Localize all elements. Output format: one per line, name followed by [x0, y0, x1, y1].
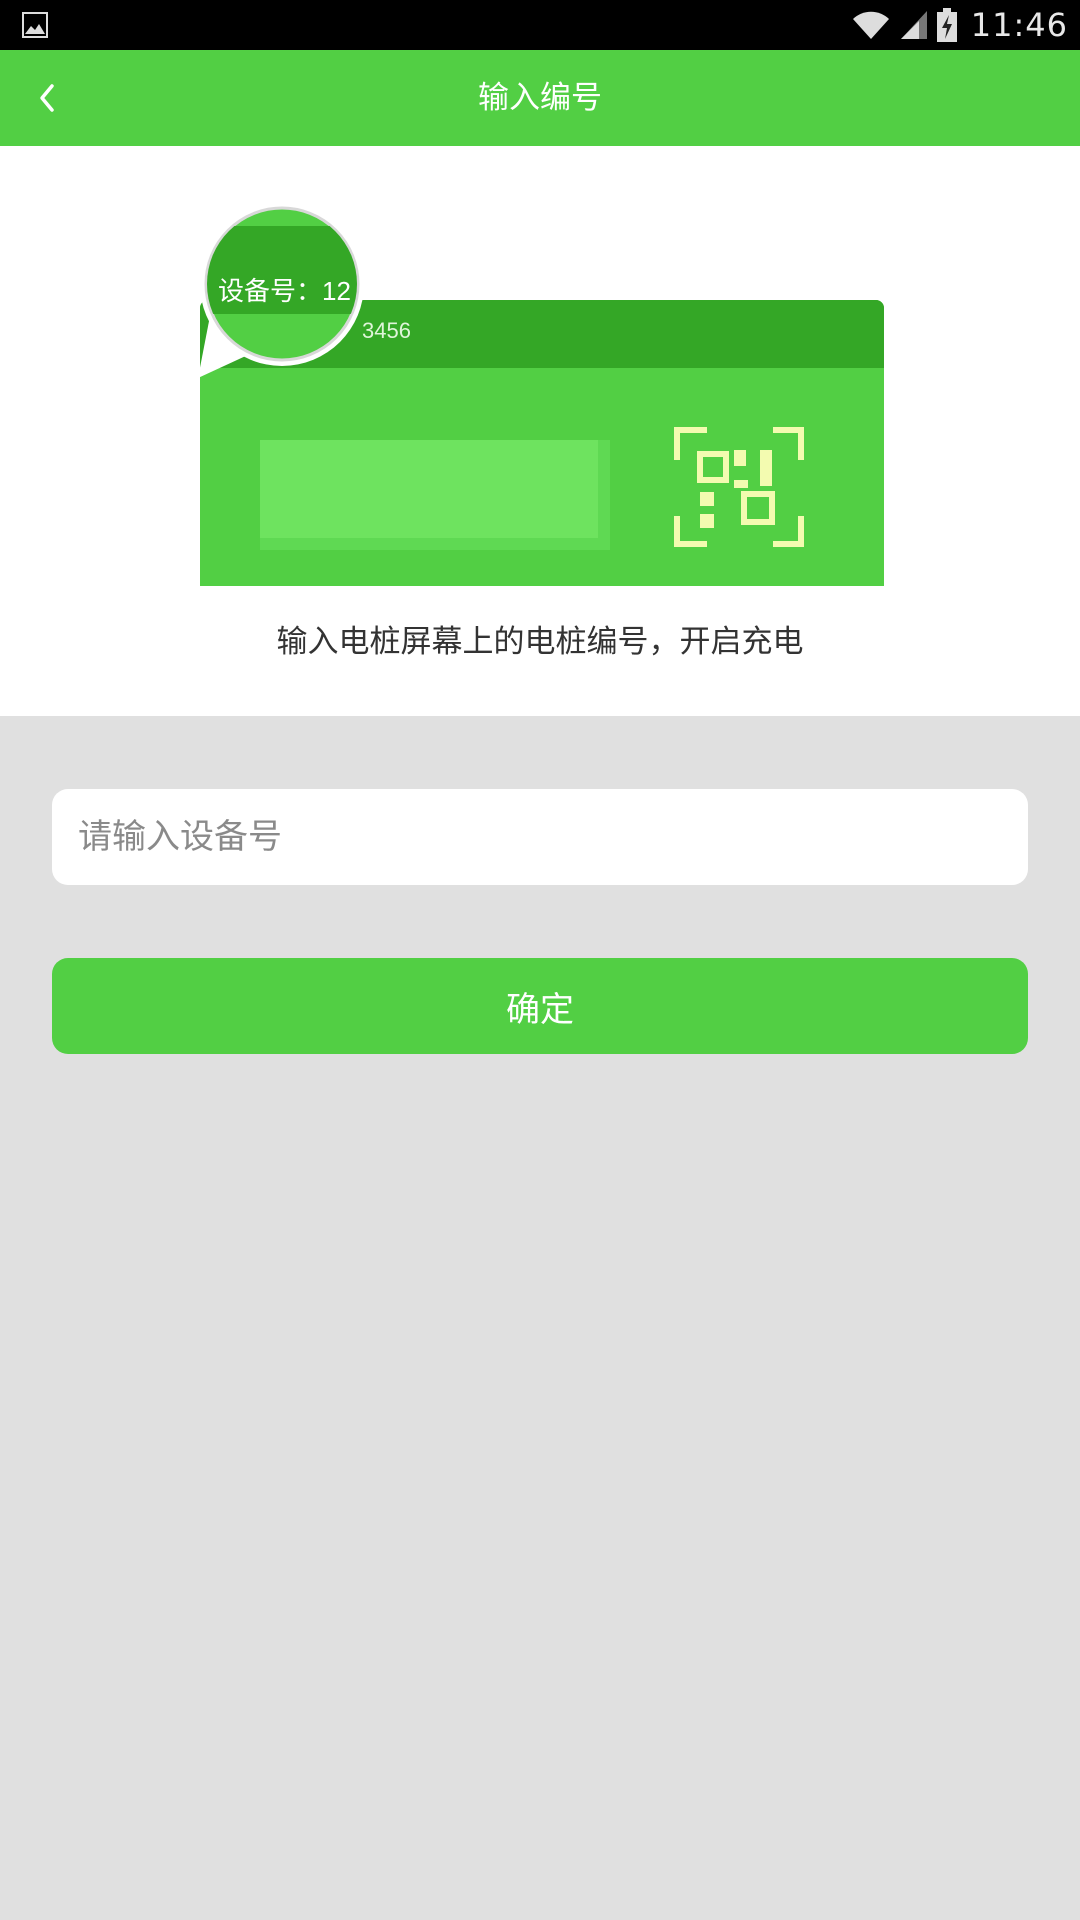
signal-icon [900, 11, 927, 39]
device-number-tail: 3456 [362, 318, 411, 343]
page-title: 输入编号 [478, 80, 602, 116]
charging-pile-illustration: 3456 设备号：12 [198, 202, 884, 586]
instruction-caption: 输入电桩屏幕上的电桩编号，开启充电 [276, 624, 804, 660]
status-bar: 11:46 [0, 0, 1080, 50]
device-number-input[interactable] [52, 789, 1028, 885]
gallery-icon [22, 12, 48, 38]
screen-area [260, 440, 598, 538]
battery-charging-icon [936, 8, 957, 42]
wifi-icon [852, 11, 889, 39]
confirm-button[interactable]: 确定 [52, 958, 1028, 1054]
hero-section: 3456 设备号：12 输入电桩屏幕上的电桩编号，开启充电 [0, 146, 1080, 716]
status-time: 11:46 [970, 6, 1068, 44]
app-bar: 输入编号 [0, 50, 1080, 146]
bubble-device-label: 设备号：12 [218, 276, 351, 306]
